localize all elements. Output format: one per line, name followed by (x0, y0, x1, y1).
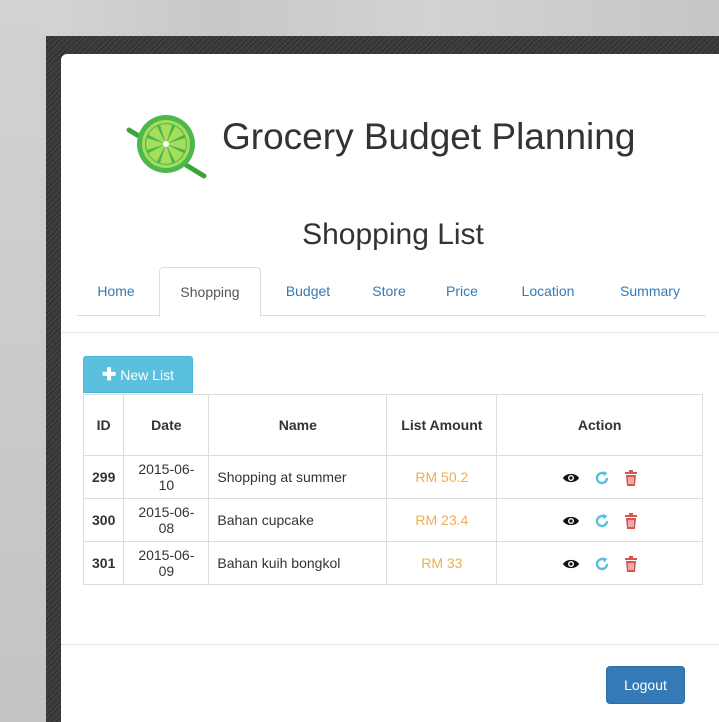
lime-slice-icon (126, 115, 207, 179)
table-row: 301 2015-06-09 Bahan kuih bongkol RM 33 (82, 541, 703, 585)
backdrop-top (0, 0, 719, 36)
refresh-icon[interactable] (594, 470, 610, 486)
cell-date: 2015-06-09 (123, 541, 210, 585)
new-list-label: New List (120, 366, 174, 383)
table-header-row: ID Date Name List Amount Action (82, 394, 703, 456)
cell-name: Bahan cupcake (208, 498, 388, 542)
tab-shopping[interactable]: Shopping (159, 267, 261, 317)
cell-id: 299 (82, 455, 125, 499)
page-title: Shopping List (302, 218, 484, 251)
column-header-date: Date (123, 394, 210, 456)
column-header-name: Name (208, 394, 388, 456)
tab-home[interactable]: Home (77, 267, 155, 314)
tab-location[interactable]: Location (503, 267, 593, 314)
tab-summary[interactable]: Summary (601, 267, 699, 314)
column-header-id: ID (82, 394, 125, 456)
eye-icon[interactable] (562, 515, 580, 527)
app-title: Grocery Budget Planning (222, 116, 636, 157)
cell-date: 2015-06-08 (123, 498, 210, 542)
refresh-icon[interactable] (594, 556, 610, 572)
cell-amount: RM 23.4 (386, 498, 498, 542)
new-list-button[interactable]: ✚ New List (83, 356, 193, 393)
tab-store[interactable]: Store (355, 267, 423, 314)
table-row: 300 2015-06-08 Bahan cupcake RM 23.4 (82, 498, 703, 542)
cell-action (496, 541, 703, 585)
cell-id: 301 (82, 541, 125, 585)
logout-button[interactable]: Logout (606, 666, 685, 704)
column-header-action: Action (496, 394, 703, 456)
eye-icon[interactable] (562, 472, 580, 484)
trash-icon[interactable] (624, 555, 638, 572)
brand (120, 104, 212, 184)
column-header-list-amount: List Amount (386, 394, 498, 456)
refresh-icon[interactable] (594, 513, 610, 529)
tab-budget[interactable]: Budget (269, 267, 347, 314)
footer-divider (61, 644, 719, 645)
table-row: 299 2015-06-10 Shopping at summer RM 50.… (82, 455, 703, 499)
trash-icon[interactable] (624, 469, 638, 486)
eye-icon[interactable] (562, 558, 580, 570)
cell-id: 300 (82, 498, 125, 542)
cell-name: Shopping at summer (208, 455, 388, 499)
tab-price[interactable]: Price (431, 267, 493, 314)
cell-amount: RM 50.2 (386, 455, 498, 499)
cell-date: 2015-06-10 (123, 455, 210, 499)
backdrop-left (0, 0, 46, 722)
shopping-list-table: ID Date Name List Amount Action 299 2015… (82, 394, 703, 585)
cell-action (496, 455, 703, 499)
plus-icon: ✚ (102, 365, 117, 384)
cell-action (496, 498, 703, 542)
header-divider (61, 332, 719, 333)
cell-amount: RM 33 (386, 541, 498, 585)
trash-icon[interactable] (624, 512, 638, 529)
nav-tabs: Home Shopping Budget Store Price Locatio… (77, 267, 706, 317)
cell-name: Bahan kuih bongkol (208, 541, 388, 585)
